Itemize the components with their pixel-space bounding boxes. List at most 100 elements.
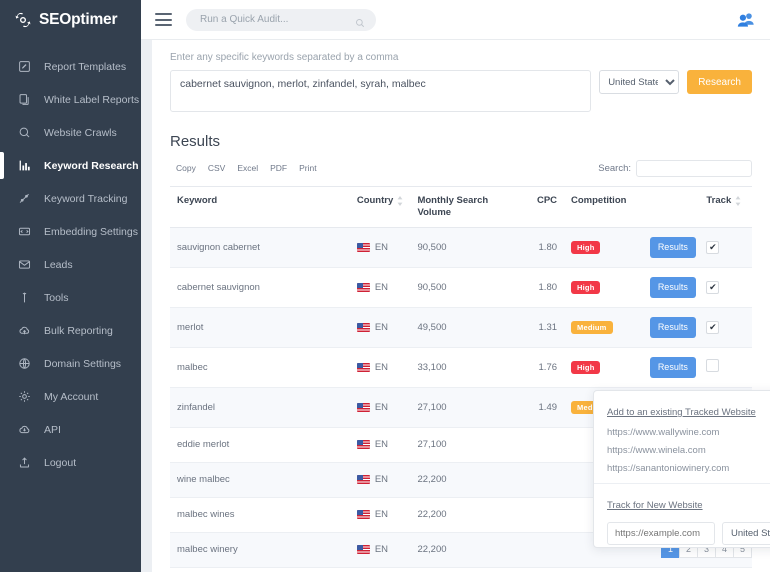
sidebar-item-white-label-reports[interactable]: White Label Reports: [0, 83, 141, 116]
sort-icon: [397, 196, 403, 206]
table-search: Search:: [598, 160, 752, 177]
sidebar-item-logout[interactable]: Logout: [0, 446, 141, 479]
cell-volume: 22,200: [410, 567, 503, 572]
new-website-country-select[interactable]: United StatesUnited KingdomCanadaAustral…: [722, 522, 770, 545]
search-icon: [355, 15, 365, 25]
cell-action: [643, 567, 700, 572]
cell-keyword: sauvignon cabernet: [170, 227, 350, 267]
cell-cpc: 1.49: [503, 387, 564, 427]
keywords-input[interactable]: [170, 70, 591, 112]
cell-country: EN: [350, 567, 411, 572]
cell-country: EN: [350, 497, 411, 532]
gear-icon: [18, 390, 31, 403]
table-toolbar: Copy CSV Excel PDF Print Search:: [170, 159, 752, 177]
cell-cpc: [503, 532, 564, 567]
cell-cpc: [503, 497, 564, 532]
copy-pages-icon: [18, 93, 31, 106]
content-area: Enter any specific keywords separated by…: [141, 40, 770, 572]
table-header: Keyword Country: [170, 187, 752, 228]
us-flag-icon: [357, 363, 370, 372]
sidebar-item-embedding-settings[interactable]: Embedding Settings: [0, 215, 141, 248]
cell-volume: 22,200: [410, 462, 503, 497]
export-copy-button[interactable]: Copy: [170, 161, 202, 175]
sidebar: SEOptimer Report Templates White Label R…: [0, 0, 141, 572]
column-header-monthly-search-volume[interactable]: Monthly Search Volume: [410, 187, 503, 228]
main-area: Run a Quick Audit... Enter any specific …: [141, 0, 770, 572]
cell-keyword: merlot: [170, 307, 350, 347]
cell-track: ✔: [699, 267, 752, 307]
tracked-website-row[interactable]: https://www.wallywine.com EN: [607, 427, 770, 438]
column-label: Country: [357, 195, 393, 207]
track-checkbox[interactable]: ✔: [706, 241, 719, 254]
sidebar-item-label: Tools: [44, 292, 69, 304]
country-code: EN: [375, 362, 388, 373]
sidebar-item-report-templates[interactable]: Report Templates: [0, 50, 141, 83]
us-flag-icon: [357, 475, 370, 484]
column-header-country[interactable]: Country: [350, 187, 411, 228]
cell-volume: 27,100: [410, 427, 503, 462]
column-header-competition[interactable]: Competition: [564, 187, 643, 228]
cell-cpc: [503, 462, 564, 497]
cell-volume: 22,200: [410, 532, 503, 567]
sidebar-item-label: Keyword Tracking: [44, 193, 127, 205]
cell-track: ✔: [699, 567, 752, 572]
sidebar-item-leads[interactable]: Leads: [0, 248, 141, 281]
sidebar-item-tools[interactable]: Tools: [0, 281, 141, 314]
track-checkbox[interactable]: ✔: [706, 359, 719, 372]
cell-country: EN: [350, 427, 411, 462]
sidebar-item-website-crawls[interactable]: Website Crawls: [0, 116, 141, 149]
column-header-action: [643, 187, 700, 228]
results-button[interactable]: Results: [650, 357, 696, 378]
sidebar-item-label: Bulk Reporting: [44, 325, 113, 337]
track-popover: Add to an existing Tracked Website https…: [593, 390, 770, 548]
cell-track: ✔: [699, 227, 752, 267]
results-button[interactable]: Results: [650, 237, 696, 258]
tracked-website-row[interactable]: https://www.winela.com EN: [607, 445, 770, 456]
tracked-website-row[interactable]: https://sanantoniowinery.com EN: [607, 463, 770, 474]
cell-country: EN: [350, 307, 411, 347]
brand-name: SEOptimer: [39, 11, 117, 29]
research-button[interactable]: Research: [687, 70, 752, 94]
column-header-keyword[interactable]: Keyword: [170, 187, 350, 228]
new-website-url-input[interactable]: [607, 522, 715, 545]
results-button[interactable]: Results: [650, 277, 696, 298]
column-header-cpc[interactable]: CPC: [503, 187, 564, 228]
cell-action: Results: [643, 307, 700, 347]
table-row: malbecEN33,1001.76HighResults✔: [170, 347, 752, 387]
sidebar-item-label: Report Templates: [44, 61, 126, 73]
sidebar-item-domain-settings[interactable]: Domain Settings: [0, 347, 141, 380]
track-checkbox[interactable]: ✔: [706, 321, 719, 334]
sidebar-item-api[interactable]: API: [0, 413, 141, 446]
sidebar-item-bulk-reporting[interactable]: Bulk Reporting: [0, 314, 141, 347]
country-select[interactable]: United StatesUnited KingdomCanadaAustral…: [599, 70, 679, 94]
results-button[interactable]: Results: [650, 317, 696, 338]
table-search-input[interactable]: [636, 160, 752, 177]
users-icon[interactable]: [737, 12, 756, 28]
envelope-icon: [18, 258, 31, 271]
brand-logo[interactable]: SEOptimer: [0, 0, 141, 40]
popover-existing-section: Add to an existing Tracked Website https…: [594, 391, 770, 483]
track-checkbox[interactable]: ✔: [706, 281, 719, 294]
hamburger-menu-icon[interactable]: [155, 13, 172, 26]
search-magnifier-icon: [18, 126, 31, 139]
us-flag-icon: [357, 283, 370, 292]
sidebar-item-label: Website Crawls: [44, 127, 117, 139]
competition-badge: Medium: [571, 321, 613, 334]
checkmark-icon: ✔: [709, 243, 717, 252]
export-pdf-button[interactable]: PDF: [264, 161, 293, 175]
sidebar-item-keyword-tracking[interactable]: Keyword Tracking: [0, 182, 141, 215]
sidebar-item-my-account[interactable]: My Account: [0, 380, 141, 413]
sidebar-item-label: Keyword Research: [44, 160, 139, 172]
popover-existing-title[interactable]: Add to an existing Tracked Website: [607, 407, 756, 418]
export-excel-button[interactable]: Excel: [231, 161, 264, 175]
quick-audit-search[interactable]: Run a Quick Audit...: [186, 9, 376, 31]
sidebar-item-label: My Account: [44, 391, 98, 403]
popover-new-title[interactable]: Track for New Website: [607, 500, 703, 511]
country-code: EN: [375, 322, 388, 333]
sidebar-item-keyword-research[interactable]: Keyword Research: [0, 149, 141, 182]
export-print-button[interactable]: Print: [293, 161, 322, 175]
column-header-track[interactable]: Track: [699, 187, 752, 228]
export-csv-button[interactable]: CSV: [202, 161, 231, 175]
table-search-label: Search:: [598, 163, 631, 174]
country-code: EN: [375, 439, 388, 450]
